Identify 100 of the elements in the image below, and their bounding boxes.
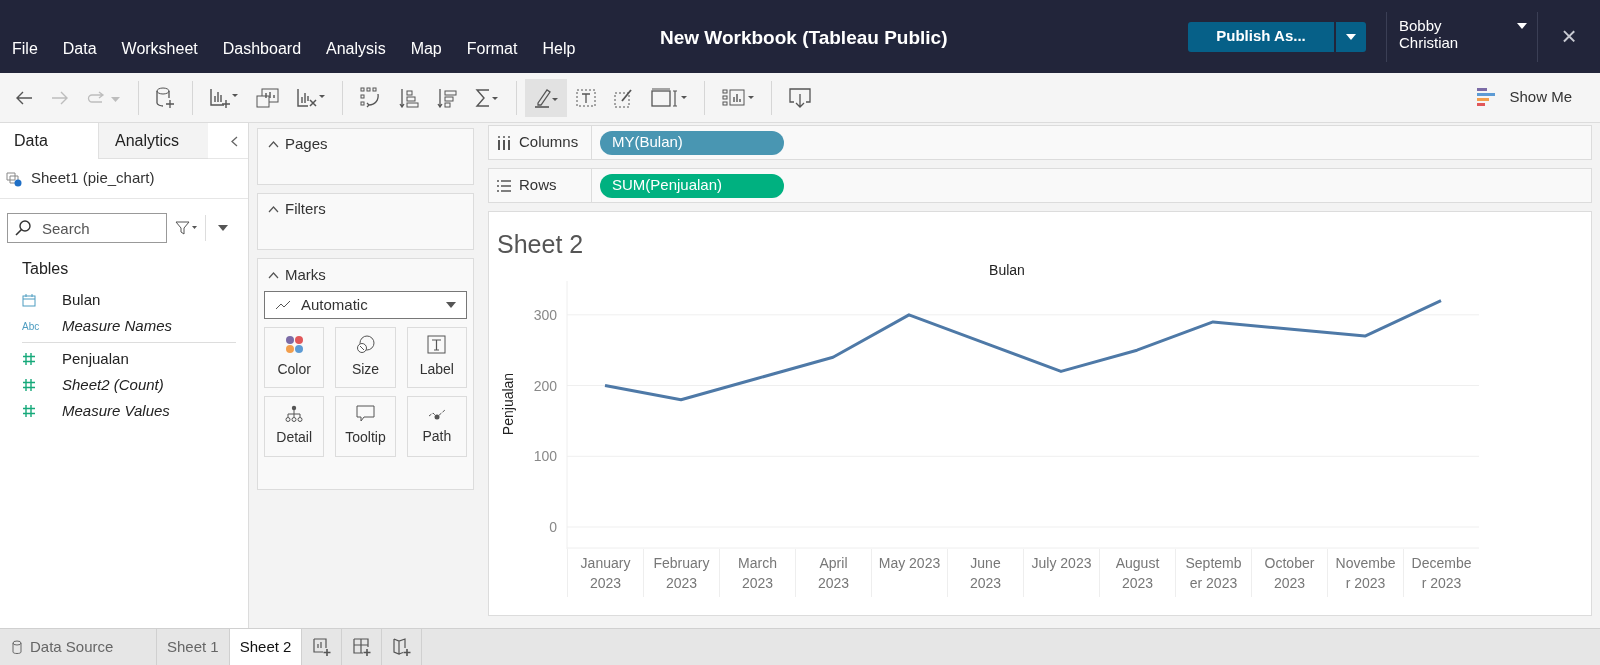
number-icon: [22, 404, 36, 418]
fit-width-icon: [651, 87, 687, 108]
axis-label: September 2023: [1184, 553, 1243, 593]
presentation-icon: [789, 87, 811, 108]
text-box-icon: [576, 88, 596, 107]
data-type-label: Abc: [22, 319, 40, 334]
toolbar-button[interactable]: [525, 78, 567, 117]
menu-item[interactable]: Worksheet: [121, 37, 198, 61]
number-icon: [22, 352, 36, 366]
line-icon: [275, 300, 291, 310]
sheet-tab[interactable]: Sheet 2: [229, 629, 303, 665]
chart-title: Bulan: [988, 260, 1026, 280]
sheet-tab[interactable]: Sheet 1: [157, 629, 230, 665]
caret-icon: [1517, 22, 1527, 29]
caret-icon: [446, 302, 456, 308]
close-button[interactable]: ×: [1538, 17, 1600, 56]
data-source-name[interactable]: Sheet1 (pie_chart): [31, 167, 155, 190]
tick-label: 300: [533, 306, 557, 323]
chevron-up-icon[interactable]: [268, 205, 279, 213]
axis-label: October 2023: [1263, 553, 1316, 593]
size-circles-icon: [356, 335, 375, 354]
data-source-icon: [5, 170, 23, 187]
redo-icon: [87, 90, 121, 105]
marks-button[interactable]: Label: [406, 327, 467, 388]
publish-dropdown[interactable]: [1336, 21, 1366, 52]
field-item[interactable]: Measure Values: [62, 399, 170, 423]
shelf-label: Rows: [519, 175, 557, 196]
search-icon: [15, 220, 31, 236]
text-label-icon: [427, 335, 447, 354]
publish-button[interactable]: Publish As...: [1188, 21, 1334, 52]
back-arrow-icon: [15, 89, 33, 106]
search-field[interactable]: Search: [7, 213, 167, 243]
field-item[interactable]: Bulan: [62, 288, 101, 312]
sigma-icon: [475, 87, 499, 108]
forward-arrow-icon: [51, 89, 69, 106]
sort-descending-icon: [437, 87, 457, 108]
menu-item[interactable]: Help: [542, 37, 576, 61]
caret-icon[interactable]: [218, 225, 228, 231]
database-icon: [12, 639, 22, 655]
number-icon: [22, 378, 36, 392]
collapse-icon[interactable]: [231, 136, 238, 147]
marks-button[interactable]: Detail: [264, 396, 325, 457]
axis-label: March 2023: [737, 553, 778, 593]
axis-label: May 2023: [878, 553, 941, 573]
field-item[interactable]: Measure Names: [62, 314, 173, 338]
marks-button[interactable]: Color: [264, 327, 325, 388]
field-item[interactable]: Penjualan: [62, 347, 129, 371]
marks-button[interactable]: Path: [406, 396, 467, 457]
tick-label: 200: [533, 377, 557, 394]
tick-label: 100: [533, 447, 557, 464]
book-plus-icon: [392, 637, 411, 657]
chevron-up-icon[interactable]: [268, 271, 279, 279]
menu-item[interactable]: Format: [466, 37, 518, 61]
tick-label: 0: [549, 518, 557, 535]
rows-icon: [497, 178, 511, 193]
marks-button[interactable]: Tooltip: [335, 396, 396, 457]
mark-type-dropdown[interactable]: Automatic: [264, 291, 467, 319]
data-source-tab[interactable]: Data Source: [0, 629, 157, 665]
swap-axes-icon: [360, 87, 381, 108]
menu-item[interactable]: Data: [62, 37, 97, 61]
menu-item[interactable]: Map: [410, 37, 442, 61]
marks-button[interactable]: Size: [335, 327, 396, 388]
highlighter-icon: [534, 87, 558, 108]
clear-sheet-icon: [297, 87, 325, 108]
show-cards-icon: [722, 88, 754, 107]
axis-label: November 2023: [1334, 553, 1397, 593]
columns-icon: [497, 135, 511, 150]
axis-label: August 2023: [1114, 553, 1161, 593]
axis-label: January 2023: [579, 553, 632, 593]
speech-bubble-icon: [356, 405, 375, 422]
duplicate-sheet-icon: [256, 87, 279, 108]
field-item[interactable]: Sheet2 (Count): [62, 373, 164, 397]
user-menu[interactable]: Bobby Christian: [1387, 16, 1537, 57]
brush-icon: [614, 87, 633, 108]
axis-label: February 2023: [652, 553, 711, 593]
bar-chart-plus-icon: [210, 86, 238, 109]
panel-tab[interactable]: Analytics: [98, 123, 208, 159]
card-title: Marks: [285, 264, 326, 285]
filter-icon[interactable]: [175, 221, 197, 235]
axis-title: Penjualan: [500, 372, 516, 435]
axis-label: April 2023: [816, 553, 851, 593]
menu-item[interactable]: Dashboard: [222, 37, 302, 61]
axis-label: June 2023: [968, 553, 1003, 593]
section-heading: Tables: [22, 259, 70, 279]
caret-icon: [1346, 33, 1356, 40]
sheet-title: Sheet 2: [496, 229, 585, 260]
sort-ascending-icon: [399, 87, 419, 108]
window-title: New Workbook (Tableau Public): [660, 26, 948, 50]
chevron-up-icon[interactable]: [268, 140, 279, 148]
database-plus-icon: [156, 86, 175, 109]
menu-item[interactable]: File: [12, 37, 38, 61]
calendar-icon: [22, 293, 36, 307]
menu-item[interactable]: Analysis: [326, 37, 386, 61]
card-title: Pages: [285, 133, 328, 154]
show-me-button[interactable]: Show Me: [1477, 86, 1572, 109]
card-title: Filters: [285, 198, 326, 219]
show-me-icon: [1477, 87, 1496, 108]
shelf-label: Columns: [519, 132, 579, 153]
axis-label: December 2023: [1410, 553, 1473, 593]
axis-label: July 2023: [1030, 553, 1093, 573]
